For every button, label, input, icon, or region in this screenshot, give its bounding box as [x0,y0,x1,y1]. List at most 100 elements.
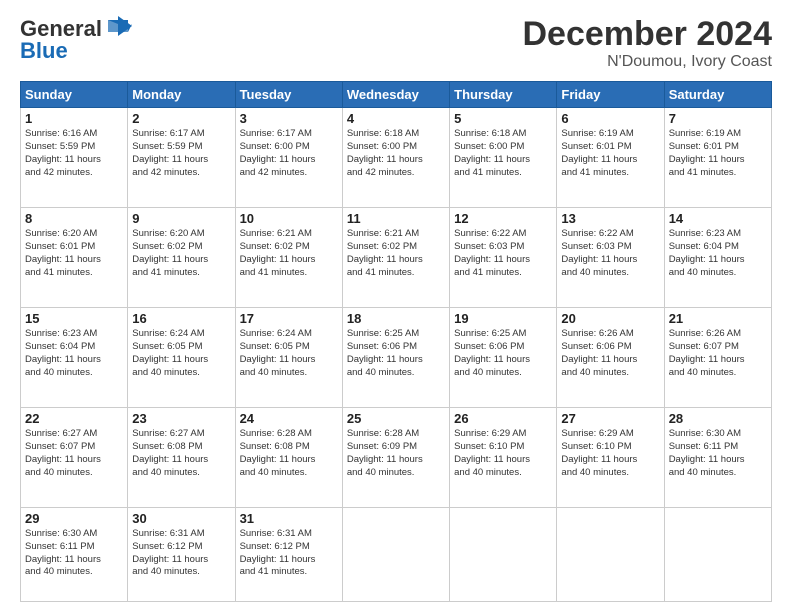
calendar-cell: 7 Sunrise: 6:19 AMSunset: 6:01 PMDayligh… [664,108,771,208]
logo-blue: Blue [20,38,68,64]
calendar-cell: 19 Sunrise: 6:25 AMSunset: 6:06 PMDaylig… [450,308,557,408]
calendar-header-wednesday: Wednesday [342,82,449,108]
calendar-header-friday: Friday [557,82,664,108]
cell-info: Sunrise: 6:25 AMSunset: 6:06 PMDaylight:… [347,328,423,377]
calendar-cell [342,508,449,602]
logo: General Blue [20,16,132,64]
day-number: 7 [669,111,767,126]
cell-info: Sunrise: 6:30 AMSunset: 6:11 PMDaylight:… [25,528,101,577]
day-number: 19 [454,311,552,326]
cell-info: Sunrise: 6:22 AMSunset: 6:03 PMDaylight:… [454,228,530,277]
day-number: 11 [347,211,445,226]
day-number: 2 [132,111,230,126]
day-number: 13 [561,211,659,226]
day-number: 30 [132,511,230,526]
calendar-cell: 16 Sunrise: 6:24 AMSunset: 6:05 PMDaylig… [128,308,235,408]
cell-info: Sunrise: 6:28 AMSunset: 6:08 PMDaylight:… [240,428,316,477]
day-number: 20 [561,311,659,326]
calendar-cell: 15 Sunrise: 6:23 AMSunset: 6:04 PMDaylig… [21,308,128,408]
cell-info: Sunrise: 6:19 AMSunset: 6:01 PMDaylight:… [669,128,745,177]
day-number: 29 [25,511,123,526]
day-number: 17 [240,311,338,326]
cell-info: Sunrise: 6:26 AMSunset: 6:07 PMDaylight:… [669,328,745,377]
calendar-week-row: 15 Sunrise: 6:23 AMSunset: 6:04 PMDaylig… [21,308,772,408]
day-number: 10 [240,211,338,226]
calendar-cell: 23 Sunrise: 6:27 AMSunset: 6:08 PMDaylig… [128,408,235,508]
cell-info: Sunrise: 6:16 AMSunset: 5:59 PMDaylight:… [25,128,101,177]
calendar-header-thursday: Thursday [450,82,557,108]
calendar-cell: 2 Sunrise: 6:17 AMSunset: 5:59 PMDayligh… [128,108,235,208]
calendar-cell: 22 Sunrise: 6:27 AMSunset: 6:07 PMDaylig… [21,408,128,508]
cell-info: Sunrise: 6:29 AMSunset: 6:10 PMDaylight:… [454,428,530,477]
cell-info: Sunrise: 6:27 AMSunset: 6:08 PMDaylight:… [132,428,208,477]
page-subtitle: N'Doumou, Ivory Coast [522,53,772,71]
calendar-header-monday: Monday [128,82,235,108]
calendar-cell: 9 Sunrise: 6:20 AMSunset: 6:02 PMDayligh… [128,208,235,308]
title-block: December 2024 N'Doumou, Ivory Coast [522,16,772,71]
cell-info: Sunrise: 6:18 AMSunset: 6:00 PMDaylight:… [454,128,530,177]
day-number: 31 [240,511,338,526]
cell-info: Sunrise: 6:21 AMSunset: 6:02 PMDaylight:… [347,228,423,277]
calendar-cell: 25 Sunrise: 6:28 AMSunset: 6:09 PMDaylig… [342,408,449,508]
cell-info: Sunrise: 6:29 AMSunset: 6:10 PMDaylight:… [561,428,637,477]
day-number: 22 [25,411,123,426]
cell-info: Sunrise: 6:17 AMSunset: 5:59 PMDaylight:… [132,128,208,177]
calendar-cell: 24 Sunrise: 6:28 AMSunset: 6:08 PMDaylig… [235,408,342,508]
day-number: 3 [240,111,338,126]
calendar-header-tuesday: Tuesday [235,82,342,108]
cell-info: Sunrise: 6:20 AMSunset: 6:02 PMDaylight:… [132,228,208,277]
day-number: 1 [25,111,123,126]
calendar-cell: 26 Sunrise: 6:29 AMSunset: 6:10 PMDaylig… [450,408,557,508]
day-number: 8 [25,211,123,226]
calendar-cell: 8 Sunrise: 6:20 AMSunset: 6:01 PMDayligh… [21,208,128,308]
calendar-cell: 27 Sunrise: 6:29 AMSunset: 6:10 PMDaylig… [557,408,664,508]
calendar-cell: 5 Sunrise: 6:18 AMSunset: 6:00 PMDayligh… [450,108,557,208]
page-title: December 2024 [522,16,772,53]
calendar-header-sunday: Sunday [21,82,128,108]
calendar-cell: 4 Sunrise: 6:18 AMSunset: 6:00 PMDayligh… [342,108,449,208]
calendar-table: SundayMondayTuesdayWednesdayThursdayFrid… [20,81,772,602]
day-number: 4 [347,111,445,126]
calendar-week-row: 29 Sunrise: 6:30 AMSunset: 6:11 PMDaylig… [21,508,772,602]
cell-info: Sunrise: 6:22 AMSunset: 6:03 PMDaylight:… [561,228,637,277]
cell-info: Sunrise: 6:17 AMSunset: 6:00 PMDaylight:… [240,128,316,177]
calendar-cell: 11 Sunrise: 6:21 AMSunset: 6:02 PMDaylig… [342,208,449,308]
calendar-cell: 21 Sunrise: 6:26 AMSunset: 6:07 PMDaylig… [664,308,771,408]
calendar-cell [557,508,664,602]
calendar-cell: 18 Sunrise: 6:25 AMSunset: 6:06 PMDaylig… [342,308,449,408]
calendar-header-row: SundayMondayTuesdayWednesdayThursdayFrid… [21,82,772,108]
day-number: 6 [561,111,659,126]
day-number: 9 [132,211,230,226]
cell-info: Sunrise: 6:24 AMSunset: 6:05 PMDaylight:… [132,328,208,377]
calendar-header-saturday: Saturday [664,82,771,108]
header: General Blue December 2024 N'Doumou, Ivo… [20,16,772,71]
calendar-cell: 28 Sunrise: 6:30 AMSunset: 6:11 PMDaylig… [664,408,771,508]
cell-info: Sunrise: 6:23 AMSunset: 6:04 PMDaylight:… [25,328,101,377]
cell-info: Sunrise: 6:26 AMSunset: 6:06 PMDaylight:… [561,328,637,377]
calendar-cell: 29 Sunrise: 6:30 AMSunset: 6:11 PMDaylig… [21,508,128,602]
calendar-cell [664,508,771,602]
cell-info: Sunrise: 6:30 AMSunset: 6:11 PMDaylight:… [669,428,745,477]
calendar-week-row: 8 Sunrise: 6:20 AMSunset: 6:01 PMDayligh… [21,208,772,308]
calendar-cell: 12 Sunrise: 6:22 AMSunset: 6:03 PMDaylig… [450,208,557,308]
calendar-week-row: 22 Sunrise: 6:27 AMSunset: 6:07 PMDaylig… [21,408,772,508]
day-number: 26 [454,411,552,426]
day-number: 14 [669,211,767,226]
calendar-cell: 30 Sunrise: 6:31 AMSunset: 6:12 PMDaylig… [128,508,235,602]
calendar-cell: 17 Sunrise: 6:24 AMSunset: 6:05 PMDaylig… [235,308,342,408]
calendar-cell: 1 Sunrise: 6:16 AMSunset: 5:59 PMDayligh… [21,108,128,208]
day-number: 28 [669,411,767,426]
day-number: 27 [561,411,659,426]
calendar-cell: 20 Sunrise: 6:26 AMSunset: 6:06 PMDaylig… [557,308,664,408]
day-number: 16 [132,311,230,326]
calendar-cell: 13 Sunrise: 6:22 AMSunset: 6:03 PMDaylig… [557,208,664,308]
cell-info: Sunrise: 6:27 AMSunset: 6:07 PMDaylight:… [25,428,101,477]
day-number: 25 [347,411,445,426]
day-number: 15 [25,311,123,326]
logo-arrow-icon [104,16,132,38]
cell-info: Sunrise: 6:31 AMSunset: 6:12 PMDaylight:… [132,528,208,577]
day-number: 23 [132,411,230,426]
cell-info: Sunrise: 6:18 AMSunset: 6:00 PMDaylight:… [347,128,423,177]
calendar-cell: 14 Sunrise: 6:23 AMSunset: 6:04 PMDaylig… [664,208,771,308]
calendar-cell: 3 Sunrise: 6:17 AMSunset: 6:00 PMDayligh… [235,108,342,208]
